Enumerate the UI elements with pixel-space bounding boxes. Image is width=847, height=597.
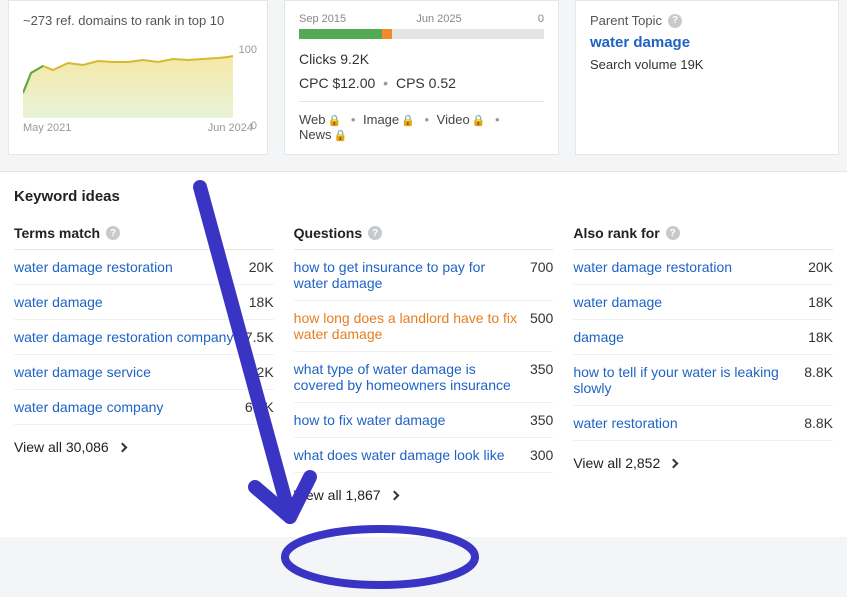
cpc-value: $12.00 [332, 75, 375, 91]
keyword-volume: 18K [808, 294, 833, 310]
keyword-link[interactable]: water damage restoration [573, 259, 732, 275]
questions-column: Questions ? how to get insurance to pay … [294, 217, 554, 507]
keyword-link[interactable]: water restoration [573, 415, 677, 431]
keyword-link[interactable]: water damage [573, 294, 662, 310]
serp-image[interactable]: Image [363, 112, 399, 127]
keyword-volume: 6.2K [245, 364, 274, 380]
serp-video[interactable]: Video [437, 112, 470, 127]
keyword-link[interactable]: water damage [14, 294, 103, 310]
keyword-link[interactable]: how long does a landlord have to fix wat… [294, 310, 520, 342]
keyword-link[interactable]: how to fix water damage [294, 412, 446, 428]
keyword-volume: 350 [530, 412, 553, 428]
clicks-label: Clicks [299, 51, 336, 67]
view-all-terms[interactable]: View all 30,086 [14, 425, 274, 459]
help-icon[interactable]: ? [368, 226, 382, 240]
table-row: damage 18K [573, 320, 833, 355]
chevron-right-icon [389, 490, 399, 500]
view-all-questions[interactable]: View all 1,867 [294, 473, 554, 507]
clicks-value: 9.2K [340, 51, 369, 67]
table-row: water damage company 6.1K [14, 390, 274, 425]
keyword-volume: 18K [808, 329, 833, 345]
cps-value: 0.52 [429, 75, 456, 91]
keyword-link[interactable]: damage [573, 329, 624, 345]
keyword-volume: 8.8K [804, 415, 833, 431]
axis-date-left: May 2021 [23, 122, 71, 134]
keyword-link[interactable]: what does water damage look like [294, 447, 505, 463]
table-row: how to fix water damage 350 [294, 403, 554, 438]
keyword-link[interactable]: how to tell if your water is leaking slo… [573, 364, 794, 396]
table-row: water damage 18K [573, 285, 833, 320]
axis-min: 0 [251, 120, 257, 132]
table-row: water damage restoration company 7.5K [14, 320, 274, 355]
also-rank-column: Also rank for ? water damage restoration… [573, 217, 833, 507]
keyword-volume: 6.1K [245, 399, 274, 415]
chevron-right-icon [117, 442, 127, 452]
terms-match-column: Terms match ? water damage restoration 20… [14, 217, 274, 507]
trend-card: Sep 2015 Jun 2025 0 Clicks 9.2K CPC $12.… [284, 0, 559, 155]
serp-news[interactable]: News [299, 127, 332, 142]
lock-icon: 🔒 [470, 115, 488, 127]
trend-seg-orange [382, 29, 392, 39]
clicks-metric: Clicks 9.2K [299, 51, 544, 67]
trend-axis-zero: 0 [538, 13, 544, 25]
lock-icon: 🔒 [332, 130, 350, 142]
trend-date-left: Sep 2015 [299, 13, 346, 25]
trend-seg-green [299, 29, 382, 39]
parent-topic-card: Parent Topic ? water damage Search volum… [575, 0, 839, 155]
trend-date-right: Jun 2025 [416, 13, 461, 25]
keyword-link[interactable]: water damage restoration [14, 259, 173, 275]
keyword-volume: 500 [530, 310, 553, 342]
table-row: water damage restoration 20K [573, 250, 833, 285]
chevron-right-icon [669, 458, 679, 468]
questions-header: Questions [294, 225, 362, 241]
table-row: water damage restoration 20K [14, 250, 274, 285]
difficulty-chart: 100 0 May 2021 Jun 2024 [23, 38, 253, 134]
serp-web[interactable]: Web [299, 112, 326, 127]
also-rank-header: Also rank for [573, 225, 659, 241]
table-row: water damage 18K [14, 285, 274, 320]
table-row: how to get insurance to pay for water da… [294, 250, 554, 301]
keyword-volume: 20K [808, 259, 833, 275]
keyword-volume: 20K [249, 259, 274, 275]
axis-max: 100 [239, 44, 257, 56]
lock-icon: 🔒 [326, 115, 344, 127]
keyword-volume: 7.5K [245, 329, 274, 345]
keyword-volume: 8.8K [804, 364, 833, 396]
axis-date-right: Jun 2024 [208, 122, 253, 134]
parent-topic-label: Parent Topic ? [590, 13, 824, 28]
trend-bar [299, 29, 544, 39]
keyword-ideas-heading: Keyword ideas [0, 172, 847, 217]
help-icon[interactable]: ? [668, 14, 682, 28]
difficulty-card: ~273 ref. domains to rank in top 10 100 … [8, 0, 268, 155]
difficulty-subtitle: ~273 ref. domains to rank in top 10 [23, 13, 253, 28]
keyword-link[interactable]: what type of water damage is covered by … [294, 361, 520, 393]
view-all-also-rank[interactable]: View all 2,852 [573, 441, 833, 475]
terms-match-header: Terms match [14, 225, 100, 241]
keyword-volume: 300 [530, 447, 553, 463]
cpc-label: CPC [299, 75, 329, 91]
parent-search-volume: Search volume 19K [590, 57, 824, 72]
table-row: water damage service 6.2K [14, 355, 274, 390]
keyword-volume: 18K [249, 294, 274, 310]
table-row: what type of water damage is covered by … [294, 352, 554, 403]
parent-topic-link[interactable]: water damage [590, 34, 824, 51]
table-row: how to tell if your water is leaking slo… [573, 355, 833, 406]
serp-features: Web🔒 • Image🔒 • Video🔒 • News🔒 [299, 112, 544, 142]
keyword-link[interactable]: how to get insurance to pay for water da… [294, 259, 520, 291]
table-row: water restoration 8.8K [573, 406, 833, 441]
keyword-link[interactable]: water damage restoration company [14, 329, 233, 345]
help-icon[interactable]: ? [666, 226, 680, 240]
keyword-link[interactable]: water damage service [14, 364, 151, 380]
lock-icon: 🔒 [399, 115, 417, 127]
cpc-cps-metric: CPC $12.00 • CPS 0.52 [299, 75, 544, 91]
keyword-volume: 700 [530, 259, 553, 291]
help-icon[interactable]: ? [106, 226, 120, 240]
keyword-link[interactable]: water damage company [14, 399, 163, 415]
cps-label: CPS [396, 75, 425, 91]
table-row: how long does a landlord have to fix wat… [294, 301, 554, 352]
separator-dot: • [379, 75, 392, 91]
keyword-volume: 350 [530, 361, 553, 393]
table-row: what does water damage look like 300 [294, 438, 554, 473]
